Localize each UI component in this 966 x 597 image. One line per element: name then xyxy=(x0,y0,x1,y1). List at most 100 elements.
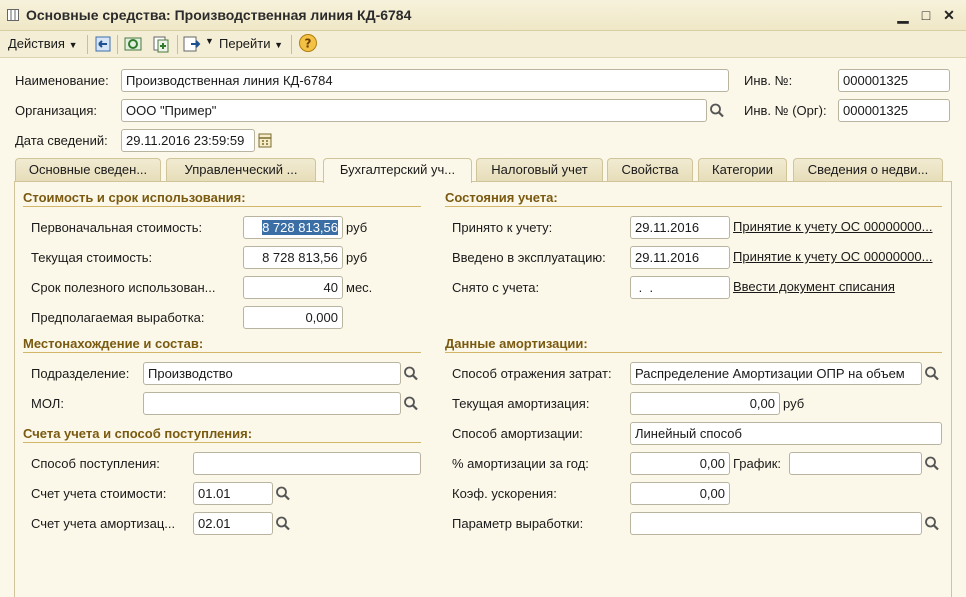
receipt-method-field[interactable] xyxy=(193,452,421,475)
accounts-section-line xyxy=(23,442,421,443)
amortization-method-field[interactable]: Линейный способ xyxy=(630,422,942,445)
help-icon[interactable]: ? xyxy=(298,33,318,53)
inv-org-label: Инв. № (Орг): xyxy=(744,103,827,118)
toolbar-separator xyxy=(291,35,292,54)
expense-method-label: Способ отражения затрат: xyxy=(452,366,612,381)
inv-field[interactable]: 000001325 xyxy=(838,69,950,92)
initial-cost-field[interactable]: 8 728 813,56 xyxy=(243,216,343,239)
toolbar-separator xyxy=(87,35,88,54)
status-section-line xyxy=(445,206,942,207)
acceleration-label: Коэф. ускорения: xyxy=(452,486,557,501)
org-field[interactable]: ООО "Пример" xyxy=(121,99,707,122)
tab-categories[interactable]: Категории xyxy=(698,158,787,182)
department-field[interactable]: Производство xyxy=(143,362,401,385)
accepted-date-field[interactable]: 29.11.2016 xyxy=(630,216,730,239)
inv-org-field[interactable]: 000001325 xyxy=(838,99,950,122)
write-off-document-link[interactable]: Ввести документ списания xyxy=(733,279,941,294)
name-field[interactable]: Производственная линия КД-6784 xyxy=(121,69,729,92)
tab-real-estate[interactable]: Сведения о недви... xyxy=(793,158,943,182)
removed-date-field[interactable]: . . xyxy=(630,276,730,299)
mol-search-icon[interactable] xyxy=(401,393,421,414)
expense-method-search-icon[interactable] xyxy=(922,363,942,384)
commissioned-document-link[interactable]: Принятие к учету ОС 00000000... xyxy=(733,249,941,264)
annual-rate-field[interactable]: 0,00 xyxy=(630,452,730,475)
svg-text:?: ? xyxy=(305,37,312,51)
acceleration-field[interactable]: 0,00 xyxy=(630,482,730,505)
amortization-method-label: Способ амортизации: xyxy=(452,426,583,441)
initial-cost-unit: руб xyxy=(346,220,368,235)
schedule-label: График: xyxy=(733,456,782,471)
accepted-document-link[interactable]: Принятие к учету ОС 00000000... xyxy=(733,219,941,234)
amortization-section-title: Данные амортизации: xyxy=(445,336,588,351)
mol-label: МОЛ: xyxy=(31,396,64,411)
current-amortization-unit: руб xyxy=(783,396,805,411)
cost-account-search-icon[interactable] xyxy=(273,483,293,504)
location-section-title: Местонахождение и состав: xyxy=(23,336,204,351)
removed-label: Снято с учета: xyxy=(452,280,540,295)
department-search-icon[interactable] xyxy=(401,363,421,384)
current-amortization-field[interactable]: 0,00 xyxy=(630,392,780,415)
date-label: Дата сведений: xyxy=(15,133,108,148)
annual-rate-label: % амортизации за год: xyxy=(452,456,589,471)
cost-section-title: Стоимость и срок использования: xyxy=(23,190,246,205)
useful-life-label: Срок полезного использован... xyxy=(31,280,216,295)
amort-account-field[interactable]: 02.01 xyxy=(193,512,273,535)
app-icon xyxy=(7,9,19,21)
toolbar xyxy=(0,31,966,58)
tab-tax[interactable]: Налоговый учет xyxy=(476,158,603,182)
cost-account-label: Счет учета стоимости: xyxy=(31,486,167,501)
output-param-field[interactable] xyxy=(630,512,922,535)
location-section-line xyxy=(23,352,421,353)
cost-section-line xyxy=(23,206,421,207)
expected-output-field[interactable]: 0,000 xyxy=(243,306,343,329)
accepted-label: Принято к учету: xyxy=(452,220,553,235)
amort-account-search-icon[interactable] xyxy=(273,513,293,534)
department-label: Подразделение: xyxy=(31,366,130,381)
commissioned-date-field[interactable]: 29.11.2016 xyxy=(630,246,730,269)
accounts-section-title: Счета учета и способ поступления: xyxy=(23,426,253,441)
calendar-icon[interactable] xyxy=(255,130,275,151)
useful-life-field[interactable]: 40 xyxy=(243,276,343,299)
current-cost-label: Текущая стоимость: xyxy=(31,250,153,265)
toolbar-separator xyxy=(117,35,118,54)
current-amortization-label: Текущая амортизация: xyxy=(452,396,590,411)
current-cost-field[interactable]: 8 728 813,56 xyxy=(243,246,343,269)
useful-life-unit: мес. xyxy=(346,280,373,295)
tab-management[interactable]: Управленческий ... xyxy=(166,158,316,182)
close-icon[interactable]: ✕ xyxy=(940,6,958,24)
schedule-field[interactable] xyxy=(789,452,922,475)
tab-properties[interactable]: Свойства xyxy=(607,158,693,182)
copy-icon[interactable] xyxy=(151,34,171,54)
amortization-section-line xyxy=(445,352,942,353)
tab-accounting[interactable]: Бухгалтерский уч... xyxy=(323,158,472,183)
receipt-method-label: Способ поступления: xyxy=(31,456,160,471)
org-search-icon[interactable] xyxy=(707,100,727,121)
commissioned-label: Введено в эксплуатацию: xyxy=(452,250,606,265)
expected-output-label: Предполагаемая выработка: xyxy=(31,310,205,325)
goto-menu[interactable]: Перейти ▼ xyxy=(219,36,283,51)
date-field[interactable]: 29.11.2016 23:59:59 xyxy=(121,129,255,152)
status-section-title: Состояния учета: xyxy=(445,190,558,205)
post-icon[interactable] xyxy=(182,34,202,54)
save-close-icon[interactable] xyxy=(93,34,113,54)
dropdown-arrow-icon: ▼ xyxy=(68,40,78,50)
cost-account-field[interactable]: 01.01 xyxy=(193,482,273,505)
schedule-search-icon[interactable] xyxy=(922,453,942,474)
actions-menu-label: Действия xyxy=(8,36,65,51)
goto-menu-label: Перейти xyxy=(219,36,271,51)
maximize-icon[interactable]: □ xyxy=(917,6,935,24)
minimize-icon[interactable]: ▁ xyxy=(894,6,912,24)
current-cost-unit: руб xyxy=(346,250,368,265)
post-dropdown-arrow-icon[interactable]: ▼ xyxy=(205,36,214,46)
output-param-search-icon[interactable] xyxy=(922,513,942,534)
expense-method-field[interactable]: Распределение Амортизации ОПР на объем xyxy=(630,362,922,385)
refresh-icon[interactable] xyxy=(123,34,143,54)
window-title: Основные средства: Производственная лини… xyxy=(26,7,412,23)
dropdown-arrow-icon: ▼ xyxy=(274,40,284,50)
tab-main-info[interactable]: Основные сведен... xyxy=(15,158,161,182)
actions-menu[interactable]: Действия ▼ xyxy=(8,36,78,51)
name-label: Наименование: xyxy=(15,73,109,88)
mol-field[interactable] xyxy=(143,392,401,415)
org-label: Организация: xyxy=(15,103,98,118)
toolbar-separator xyxy=(177,35,178,54)
